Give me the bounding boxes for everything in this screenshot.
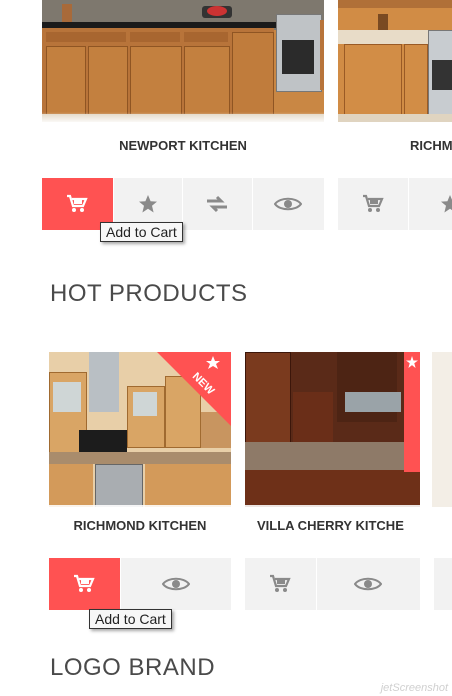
quick-view-button[interactable] (120, 558, 231, 610)
product-name-richmond-kitchen-top[interactable]: RICHM (338, 138, 452, 153)
product-image-villa-cherry-kitchen[interactable] (245, 352, 420, 507)
product-name-villa-cherry-kitchen[interactable]: VILLA CHERRY KITCHE (245, 518, 420, 533)
new-badge: NEW (157, 352, 231, 426)
section-title-hot-products: HOT PRODUCTS (50, 280, 248, 307)
compare-button[interactable] (183, 178, 253, 230)
product-image-richmond-kitchen-top[interactable] (338, 0, 452, 122)
add-to-cart-tooltip: Add to Cart (100, 222, 183, 242)
product-actions-newport (42, 178, 325, 230)
cart-icon (363, 194, 384, 212)
cart-icon (270, 574, 291, 592)
star-icon (441, 195, 452, 213)
product-actions-richmond-top (338, 178, 452, 230)
cart-icon (74, 574, 95, 592)
eye-icon (274, 197, 303, 211)
add-to-cart-button[interactable] (49, 558, 121, 610)
section-title-logo-brand: LOGO BRAND (50, 654, 216, 681)
eye-icon (354, 577, 383, 591)
add-to-cart-button[interactable] (245, 558, 317, 610)
product-name-newport-kitchen[interactable]: NEWPORT KITCHEN (42, 138, 324, 153)
product-name-richmond-kitchen[interactable]: RICHMOND KITCHEN (49, 518, 231, 533)
product-image-partial[interactable] (432, 352, 452, 507)
star-icon (138, 195, 157, 213)
watermark: jetScreenshot (380, 682, 448, 694)
product-actions-partial[interactable] (434, 558, 452, 610)
add-to-cart-button[interactable] (338, 178, 410, 230)
quick-view-button[interactable] (252, 178, 325, 230)
quick-view-button[interactable] (316, 558, 420, 610)
wishlist-button[interactable] (409, 178, 452, 230)
add-to-cart-tooltip: Add to Cart (89, 609, 172, 629)
product-actions-villa-cherry (245, 558, 420, 610)
compare-icon (207, 195, 228, 213)
eye-icon (161, 577, 190, 591)
cart-icon (67, 194, 88, 212)
product-actions-richmond (49, 558, 231, 610)
product-image-newport-kitchen[interactable] (42, 0, 324, 122)
